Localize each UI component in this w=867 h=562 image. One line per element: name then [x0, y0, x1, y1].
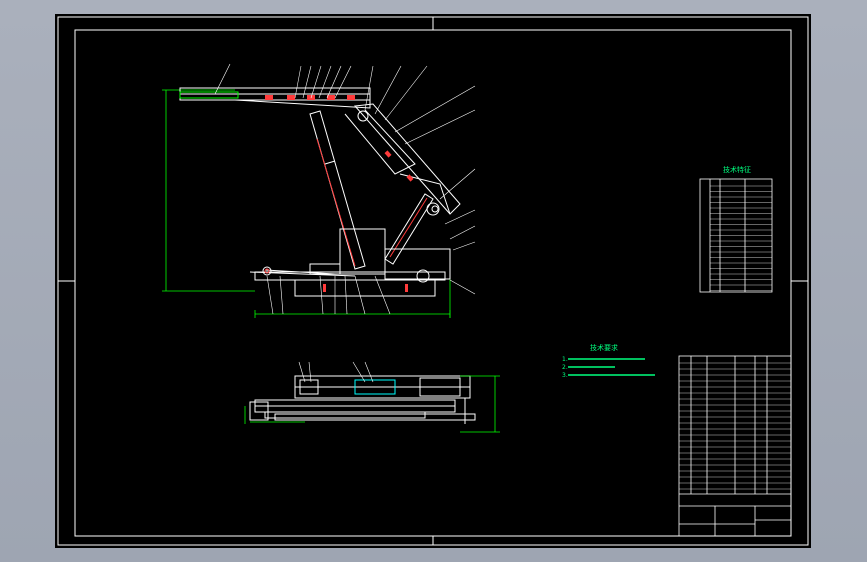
leader-lines-bottom [266, 275, 391, 315]
cad-viewport[interactable]: 技术要求 1. 2. 3. 技术特征 [0, 0, 867, 562]
dimension-lines [162, 89, 451, 318]
notes-title: 技术要求 [590, 344, 618, 352]
centering-marks [58, 17, 808, 545]
note-line-2: 2. [562, 364, 568, 371]
note-line-1: 1. [562, 356, 568, 363]
leader-lines-top [214, 63, 476, 295]
drawing-sheet[interactable]: 技术要求 1. 2. 3. 技术特征 [55, 14, 811, 548]
base-section-fill [323, 284, 408, 292]
front-leg-cylinder [309, 110, 366, 270]
canopy-section-marks [265, 95, 355, 100]
outer-border [57, 16, 809, 546]
plan-view-leaders [298, 361, 374, 383]
note-line-3: 3. [562, 372, 568, 379]
plan-view-dimensions [244, 375, 500, 433]
base-frame [254, 228, 451, 297]
parts-list [678, 355, 792, 537]
top-canopy [179, 87, 371, 109]
params-table-rows [710, 185, 772, 291]
cad-drawing [57, 16, 809, 546]
rear-leg-cylinder [384, 193, 434, 265]
advancing-jack [249, 263, 356, 277]
shield-beam [344, 103, 461, 216]
plan-view [249, 375, 476, 424]
inner-border [74, 29, 792, 537]
params-table-title: 技术特征 [723, 166, 751, 174]
